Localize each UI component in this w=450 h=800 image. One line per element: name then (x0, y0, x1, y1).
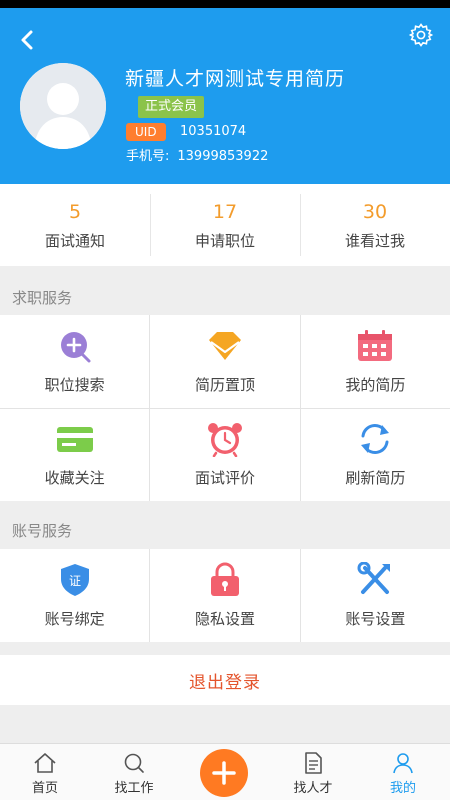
account-services-grid: 证 账号绑定 隐私设置 账号设置 (0, 549, 450, 642)
stat-applied-jobs[interactable]: 17 申请职位 (150, 184, 300, 266)
calendar-icon (358, 329, 393, 361)
job-search-label: 职位搜索 (44, 375, 105, 394)
resume-title: 新疆人才网测试专用简历 (125, 68, 346, 90)
stat-who-viewed-me[interactable]: 30 谁看过我 (300, 184, 450, 266)
document-icon (305, 752, 322, 774)
tab-find-talent[interactable]: 找人才 (278, 744, 348, 800)
privacy-settings-button[interactable]: 隐私设置 (150, 549, 300, 642)
interview-review-button[interactable]: 面试评价 (150, 408, 300, 501)
favorites-label: 收藏关注 (44, 469, 105, 488)
stat-label: 申请职位 (194, 231, 255, 250)
default-avatar-icon (20, 63, 106, 149)
uid-badge: UID (126, 123, 166, 141)
logout-button[interactable]: 退出登录 (0, 655, 450, 705)
plus-icon (212, 761, 236, 785)
tab-label: 我的 (389, 781, 416, 796)
refresh-icon (361, 424, 390, 455)
alarm-clock-icon (207, 423, 242, 458)
favorites-button[interactable]: 收藏关注 (0, 408, 150, 501)
publish-plus-button[interactable] (200, 749, 248, 797)
search-icon (124, 753, 144, 773)
phone-row: 手机号: 13999853922 (126, 148, 268, 166)
diamond-icon (208, 331, 241, 360)
my-resume-button[interactable]: 我的简历 (300, 315, 450, 408)
tools-icon (357, 562, 391, 594)
back-button[interactable] (14, 26, 42, 54)
resume-top-button[interactable]: 简历置顶 (150, 315, 300, 408)
account-settings-button[interactable]: 账号设置 (300, 549, 450, 642)
refresh-resume-label: 刷新简历 (345, 469, 406, 488)
tab-label: 找工作 (114, 781, 154, 796)
status-bar (0, 0, 450, 8)
my-resume-label: 我的简历 (345, 375, 406, 394)
privacy-settings-label: 隐私设置 (194, 610, 255, 628)
card-icon (56, 427, 93, 453)
stat-label: 谁看过我 (344, 231, 405, 250)
member-badge: 正式会员 (138, 96, 205, 118)
chevron-left-icon (21, 30, 33, 50)
certificate-shield-icon: 证 (60, 564, 89, 596)
logout-label: 退出登录 (189, 672, 261, 693)
gear-icon (408, 23, 434, 47)
job-services-grid: 职位搜索 简历置顶 我的简历 收藏关注 面试评价 刷新简历 (0, 315, 450, 501)
stat-count: 5 (68, 200, 82, 223)
uid-value: 10351074 (180, 124, 247, 139)
shield-text: 证 (69, 574, 81, 588)
profile-header: 新疆人才网测试专用简历 正式会员 UID 10351074 手机号: 139998… (0, 8, 450, 184)
stat-count: 17 (212, 200, 238, 223)
job-search-button[interactable]: 职位搜索 (0, 315, 150, 408)
section-title-account-services: 账号服务 (12, 522, 73, 540)
phone-value: 13999853922 (177, 149, 269, 164)
user-icon (393, 753, 413, 774)
tab-mine[interactable]: 我的 (368, 744, 438, 800)
tab-label: 首页 (31, 781, 58, 796)
stat-interview-notice[interactable]: 5 面试通知 (0, 184, 150, 266)
tab-home[interactable]: 首页 (10, 744, 80, 800)
account-settings-label: 账号设置 (345, 610, 406, 628)
settings-button[interactable] (408, 22, 434, 48)
stat-count: 30 (362, 200, 388, 223)
tab-label: 找人才 (293, 781, 333, 796)
stats-bar: 5 面试通知 17 申请职位 30 谁看过我 (0, 184, 450, 266)
refresh-resume-button[interactable]: 刷新简历 (300, 408, 450, 501)
home-icon (34, 753, 56, 773)
lock-icon (210, 562, 239, 596)
tab-find-jobs[interactable]: 找工作 (99, 744, 169, 800)
resume-top-label: 简历置顶 (194, 375, 255, 394)
avatar[interactable] (20, 63, 106, 149)
interview-review-label: 面试评价 (194, 469, 255, 488)
stat-label: 面试通知 (44, 231, 105, 250)
phone-label: 手机号: (126, 149, 170, 164)
search-plus-icon (60, 331, 91, 363)
account-binding-button[interactable]: 证 账号绑定 (0, 549, 150, 642)
account-binding-label: 账号绑定 (44, 610, 105, 628)
section-title-job-services: 求职服务 (12, 289, 73, 307)
